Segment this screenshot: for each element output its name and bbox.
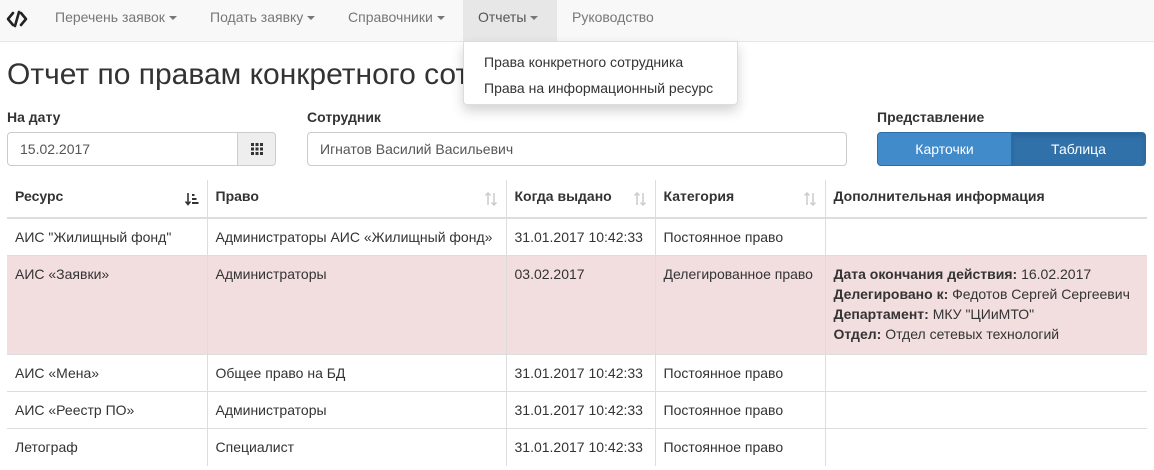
cell-category: Постоянное право <box>654 217 825 256</box>
info-value: Федотов Сергей Сергеевич <box>952 286 1130 302</box>
employee-label: Сотрудник <box>307 109 381 125</box>
info-value: МКУ "ЦИиМТО" <box>932 306 1035 322</box>
cell-issued: 31.01.2017 10:42:33 <box>505 217 655 256</box>
menu-item-employee-rights[interactable]: Права конкретного сотрудника <box>464 49 737 75</box>
nav-item-reports[interactable]: Отчеты <box>463 0 557 42</box>
nav-item-submit-request[interactable]: Подать заявку <box>195 0 330 42</box>
table-row[interactable]: Летограф Специалист 31.01.2017 10:42:33 … <box>7 428 1147 466</box>
code-icon[interactable] <box>6 8 28 30</box>
table-row[interactable]: АИС «Мена» Общее право на БД 31.01.2017 … <box>7 354 1147 392</box>
sort-icon <box>803 192 816 206</box>
menu-item-resource-rights[interactable]: Права на информационный ресурс <box>464 75 737 101</box>
sort-alpha-active-icon <box>184 193 198 206</box>
cell-issued: 03.02.2017 <box>505 255 655 355</box>
calendar-button[interactable] <box>237 132 276 166</box>
info-line: Дата окончания действия: 16.02.2017 <box>834 264 1140 284</box>
cards-view-button[interactable]: Карточки <box>877 132 1012 166</box>
reports-dropdown-menu: Права конкретного сотрудника Права на ин… <box>463 41 738 105</box>
caret-down-icon <box>530 16 539 21</box>
cell-additional-info <box>824 391 1147 429</box>
column-header-category[interactable]: Категория <box>654 180 825 219</box>
info-line: Департамент: МКУ "ЦИиМТО" <box>834 304 1140 324</box>
info-key: Департамент: <box>833 306 929 322</box>
cell-category: Постоянное право <box>654 428 825 466</box>
column-header-additional-info: Дополнительная информация <box>824 180 1147 219</box>
caret-down-icon <box>436 16 445 21</box>
cell-resource: АИС «Заявки» <box>7 255 207 355</box>
cell-issued: 31.01.2017 10:42:33 <box>505 428 655 466</box>
date-label: На дату <box>7 109 61 125</box>
cell-additional-info <box>824 428 1147 466</box>
info-key: Делегировано к: <box>833 286 949 302</box>
info-value: Отдел сетевых технологий <box>885 326 1060 342</box>
nav-item-directories[interactable]: Справочники <box>333 0 460 42</box>
column-header-resource[interactable]: Ресурс <box>7 180 207 219</box>
employee-input[interactable]: Игнатов Василий Васильевич <box>307 132 847 166</box>
date-input[interactable]: 15.02.2017 <box>7 132 238 166</box>
info-line: Отдел: Отдел сетевых технологий <box>834 324 1140 344</box>
table-row[interactable]: АИС "Жилищный фонд" Администраторы АИС «… <box>7 217 1147 256</box>
cell-right: Специалист <box>206 428 506 466</box>
nav-item-label: Справочники <box>348 9 433 25</box>
info-key: Дата окончания действия: <box>833 266 1018 282</box>
info-key: Отдел: <box>833 326 882 342</box>
column-header-label: Ресурс <box>15 188 64 204</box>
cell-resource: АИС "Жилищный фонд" <box>7 217 207 256</box>
column-header-label: Когда выдано <box>514 188 612 204</box>
cell-right: Общее право на БД <box>206 354 506 392</box>
nav-item-guide[interactable]: Руководство <box>557 0 669 42</box>
nav-item-label: Отчеты <box>478 9 527 25</box>
info-value: 16.02.2017 <box>1021 266 1092 282</box>
cell-issued: 31.01.2017 10:42:33 <box>505 354 655 392</box>
sort-icon <box>484 192 497 206</box>
column-header-label: Право <box>215 188 259 204</box>
nav-item-label: Перечень заявок <box>55 9 165 25</box>
column-header-label: Дополнительная информация <box>833 188 1045 204</box>
cell-category: Постоянное право <box>654 391 825 429</box>
table-header-row: Ресурс Право Когда выдано Категория Допо… <box>7 180 1147 219</box>
cell-resource: АИС «Мена» <box>7 354 207 392</box>
column-header-label: Категория <box>663 188 735 204</box>
cell-additional-info <box>824 354 1147 392</box>
column-header-issued[interactable]: Когда выдано <box>505 180 655 219</box>
cell-resource: АИС «Реестр ПО» <box>7 391 207 429</box>
cell-additional-info <box>824 217 1147 256</box>
column-header-right[interactable]: Право <box>206 180 506 219</box>
calendar-grid-icon <box>251 143 263 155</box>
cell-category: Делегированное право <box>654 255 825 355</box>
cell-issued: 31.01.2017 10:42:33 <box>505 391 655 429</box>
nav-item-label: Подать заявку <box>210 9 304 25</box>
cell-right: Администраторы АИС «Жилищный фонд» <box>206 217 506 256</box>
table-view-button[interactable]: Таблица <box>1011 132 1146 166</box>
cell-right: Администраторы <box>206 391 506 429</box>
nav-item-requests-list[interactable]: Перечень заявок <box>40 0 192 42</box>
nav-item-label: Руководство <box>572 9 654 25</box>
top-navbar: Перечень заявок Подать заявку Справочник… <box>0 0 1154 42</box>
view-toggle: Карточки Таблица <box>877 132 1146 166</box>
view-label: Представление <box>877 109 985 125</box>
caret-down-icon <box>307 16 316 21</box>
caret-down-icon <box>168 16 177 21</box>
info-line: Делегировано к: Федотов Сергей Сергеевич <box>834 284 1140 304</box>
cell-resource: Летограф <box>7 428 207 466</box>
sort-icon <box>633 192 646 206</box>
cell-additional-info: Дата окончания действия: 16.02.2017 Деле… <box>824 255 1147 355</box>
table-row[interactable]: АИС «Реестр ПО» Администраторы 31.01.201… <box>7 391 1147 429</box>
cell-category: Постоянное право <box>654 354 825 392</box>
table-row[interactable]: АИС «Заявки» Администраторы 03.02.2017 Д… <box>7 255 1147 355</box>
cell-right: Администраторы <box>206 255 506 355</box>
rights-table: Ресурс Право Когда выдано Категория Допо… <box>7 180 1147 466</box>
